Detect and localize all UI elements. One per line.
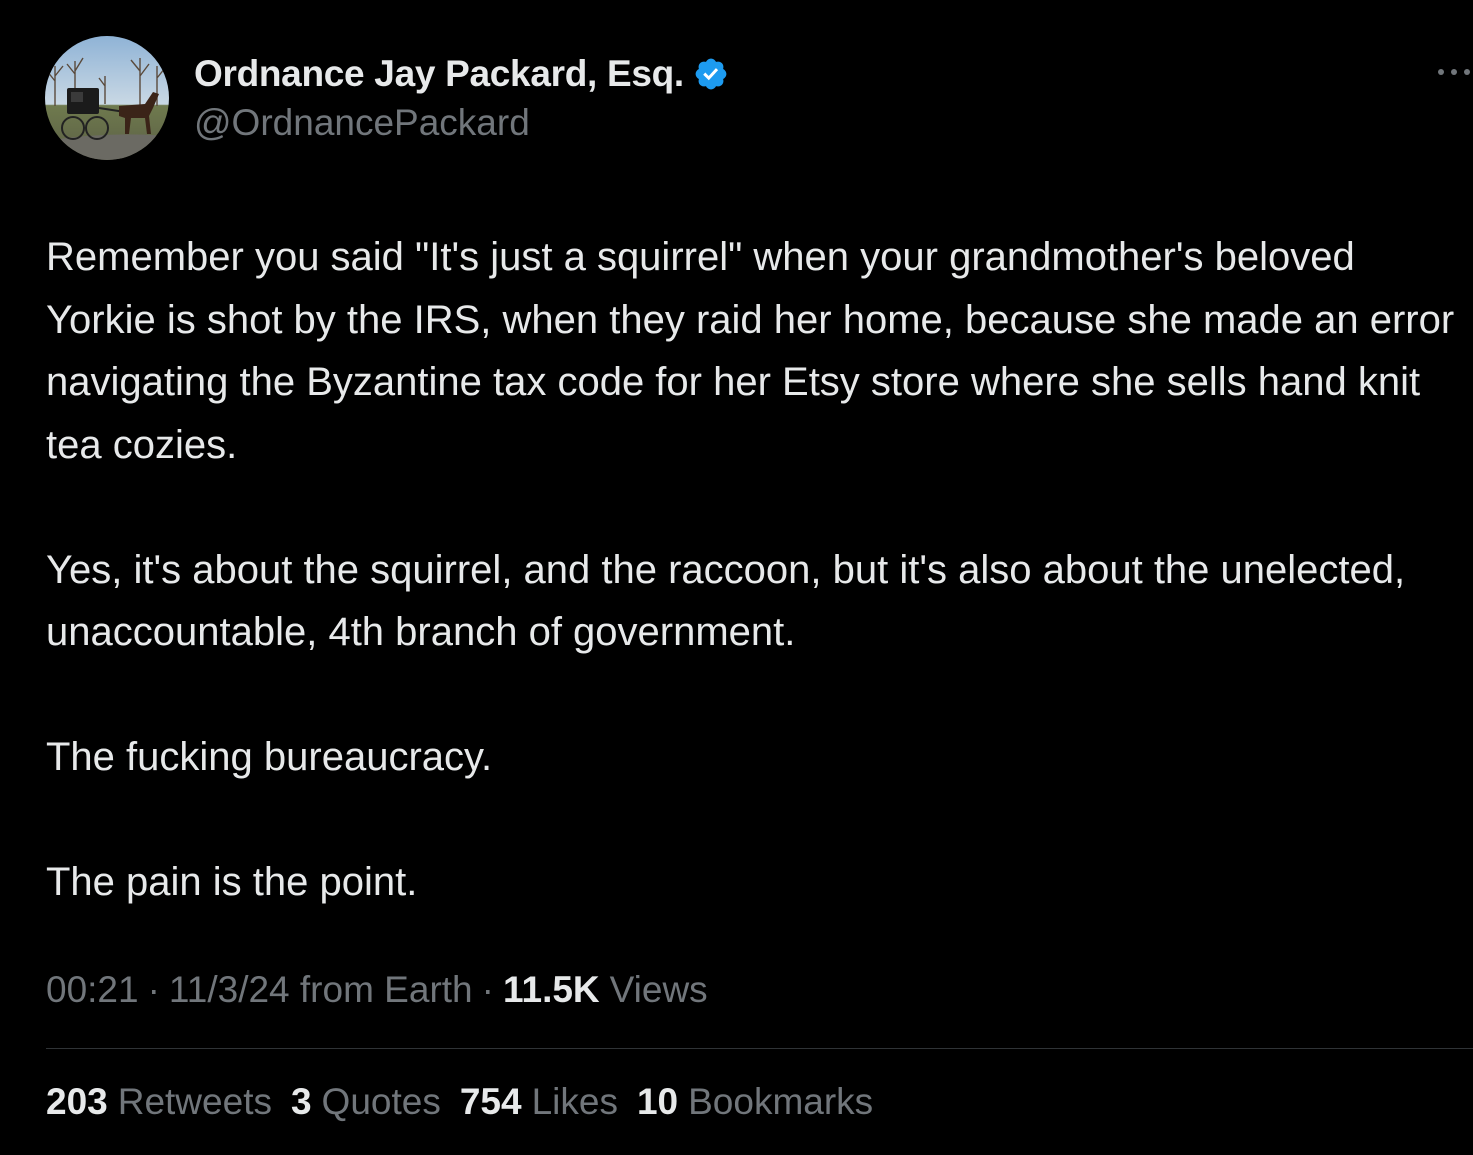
meta-separator: · xyxy=(147,969,160,1010)
views-count[interactable]: 11.5K xyxy=(503,969,600,1011)
tweet-time[interactable]: 00:21 xyxy=(46,969,139,1011)
avatar[interactable] xyxy=(45,36,169,160)
tweet-text: Remember you said "It's just a squirrel"… xyxy=(46,226,1461,914)
stat-label: Quotes xyxy=(321,1081,441,1122)
author-block: Ordnance Jay Packard, Esq. @OrdnancePack… xyxy=(194,52,729,144)
stat-quotes[interactable]: 3 Quotes xyxy=(291,1081,441,1123)
tweet-paragraph: The pain is the point. xyxy=(46,860,418,904)
display-name-row: Ordnance Jay Packard, Esq. xyxy=(194,52,729,96)
tweet-date[interactable]: 11/3/24 from Earth xyxy=(169,969,473,1011)
views-label: Views xyxy=(609,969,708,1010)
stat-count: 754 xyxy=(459,1081,522,1122)
stat-count: 203 xyxy=(46,1081,108,1122)
stat-bookmarks[interactable]: 10 Bookmarks xyxy=(637,1081,873,1123)
divider xyxy=(46,1048,1473,1049)
tweet-paragraph: Remember you said "It's just a squirrel"… xyxy=(46,235,1455,467)
stat-label: Retweets xyxy=(117,1081,272,1122)
tweet-paragraph: Yes, it's about the squirrel, and the ra… xyxy=(46,547,1406,655)
tweet-meta: 00:21 · 11/3/24 from Earth · 11.5K Views xyxy=(46,969,708,1011)
stat-label: Likes xyxy=(531,1081,618,1122)
meta-separator: · xyxy=(481,969,494,1010)
stat-label: Bookmarks xyxy=(688,1081,874,1122)
tweet-detail: Ordnance Jay Packard, Esq. @OrdnancePack… xyxy=(0,0,1473,1155)
avatar-image xyxy=(45,36,169,160)
more-dot xyxy=(1451,69,1457,75)
stat-count: 3 xyxy=(290,1081,312,1122)
more-dot xyxy=(1438,69,1444,75)
more-dot xyxy=(1464,69,1470,75)
stat-likes[interactable]: 754 Likes xyxy=(460,1081,618,1123)
more-options-icon[interactable] xyxy=(1438,64,1470,80)
verified-badge-icon[interactable] xyxy=(693,56,729,92)
handle[interactable]: @OrdnancePackard xyxy=(194,102,729,144)
engagement-stats: 203 Retweets 3 Quotes 754 Likes 10 Bookmarks xyxy=(46,1081,892,1123)
display-name[interactable]: Ordnance Jay Packard, Esq. xyxy=(194,53,684,95)
tweet-paragraph: The fucking bureaucracy. xyxy=(46,735,493,779)
stat-count: 10 xyxy=(636,1081,679,1122)
stat-retweets[interactable]: 203 Retweets xyxy=(46,1081,272,1123)
